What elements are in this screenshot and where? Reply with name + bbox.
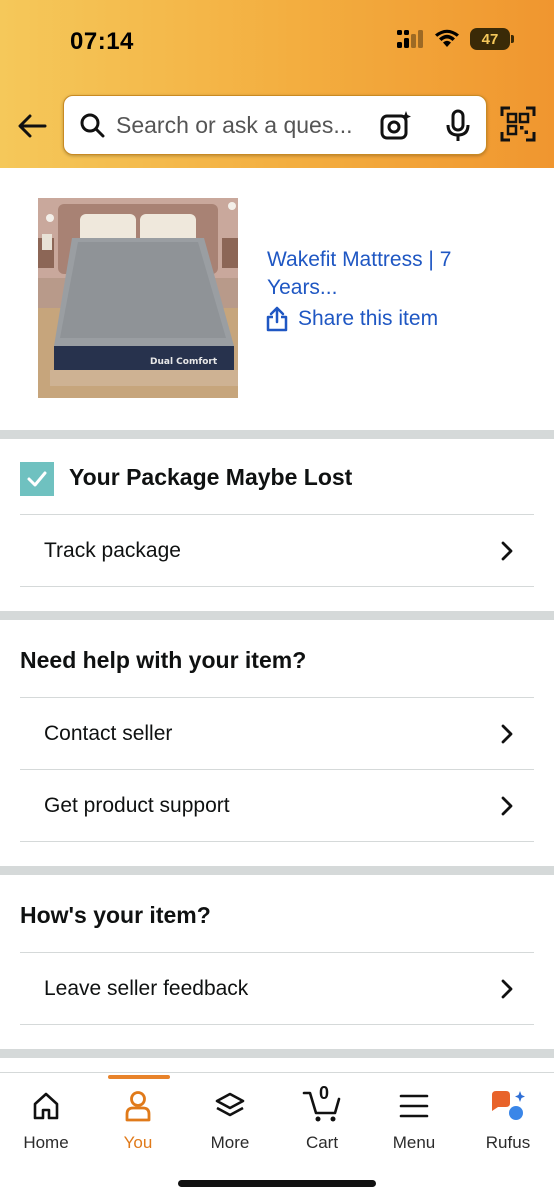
section-divider bbox=[0, 430, 554, 439]
product-summary: Dual Comfort Wakefit Mattress | 7 Years.… bbox=[0, 168, 554, 430]
search-bar[interactable]: Search or ask a ques... bbox=[63, 95, 487, 155]
item-review-title: How's your item? bbox=[20, 902, 211, 928]
app-header: 07:14 47 Search or ask a ques... bbox=[0, 0, 554, 168]
search-icon bbox=[78, 111, 106, 139]
track-package-row[interactable]: Track package bbox=[20, 514, 534, 586]
status-icons: 47 bbox=[396, 28, 514, 50]
track-package-label: Track package bbox=[44, 538, 181, 562]
cart-count: 0 bbox=[319, 1083, 330, 1103]
nav-cart[interactable]: 0 Cart bbox=[276, 1073, 368, 1163]
row-divider bbox=[20, 841, 534, 842]
signal-icon bbox=[397, 30, 423, 48]
nav-cart-label: Cart bbox=[305, 1133, 339, 1152]
nav-you[interactable]: You bbox=[92, 1073, 184, 1163]
nav-home[interactable]: Home bbox=[0, 1073, 92, 1163]
chevron-right-icon bbox=[496, 794, 518, 818]
section-divider bbox=[0, 1049, 554, 1058]
section-divider bbox=[0, 611, 554, 620]
product-support-row[interactable]: Get product support bbox=[20, 769, 534, 841]
product-image[interactable]: Dual Comfort bbox=[38, 198, 238, 398]
nav-you-label: You bbox=[123, 1133, 153, 1152]
row-divider bbox=[20, 1024, 534, 1025]
camera-search-icon[interactable] bbox=[378, 108, 414, 144]
share-item-button[interactable]: Share this item bbox=[266, 306, 438, 332]
back-button[interactable] bbox=[14, 108, 50, 144]
cart-icon: 0 bbox=[302, 1083, 342, 1123]
product-title-link[interactable]: Wakefit Mattress | 7 Years... bbox=[267, 246, 507, 302]
contact-seller-row[interactable]: Contact seller bbox=[20, 697, 534, 769]
nav-more[interactable]: More bbox=[184, 1073, 276, 1163]
nav-home-label: Home bbox=[23, 1133, 69, 1152]
package-status-title: Your Package Maybe Lost bbox=[69, 464, 353, 490]
nav-rufus-label: Rufus bbox=[485, 1133, 531, 1152]
nav-more-label: More bbox=[210, 1133, 250, 1152]
battery-indicator: 47 bbox=[470, 28, 514, 50]
chevron-right-icon bbox=[496, 977, 518, 1001]
section-divider bbox=[0, 866, 554, 875]
row-divider bbox=[20, 586, 534, 587]
product-support-label: Get product support bbox=[44, 793, 230, 817]
menu-icon bbox=[399, 1089, 429, 1123]
checkbox-checked-icon bbox=[20, 462, 54, 496]
search-placeholder[interactable]: Search or ask a ques... bbox=[116, 112, 364, 139]
seller-feedback-label: Leave seller feedback bbox=[44, 976, 249, 1000]
home-indicator bbox=[178, 1180, 376, 1187]
product-image-brand: Dual Comfort bbox=[150, 357, 218, 367]
layers-icon bbox=[214, 1089, 246, 1123]
person-icon bbox=[123, 1089, 153, 1123]
wifi-icon bbox=[435, 29, 459, 47]
nav-menu[interactable]: Menu bbox=[368, 1073, 460, 1163]
microphone-icon[interactable] bbox=[440, 108, 476, 144]
seller-feedback-row[interactable]: Leave seller feedback bbox=[20, 952, 534, 1024]
rufus-icon bbox=[488, 1089, 528, 1123]
home-icon bbox=[31, 1089, 61, 1123]
contact-seller-label: Contact seller bbox=[44, 721, 173, 745]
nav-menu-label: Menu bbox=[392, 1133, 436, 1152]
status-time: 07:14 bbox=[70, 28, 134, 55]
chevron-right-icon bbox=[496, 722, 518, 746]
share-label: Share this item bbox=[298, 307, 439, 330]
share-icon bbox=[266, 306, 288, 332]
status-bar: 07:14 47 bbox=[0, 0, 554, 84]
qr-scan-button[interactable] bbox=[498, 104, 538, 144]
help-section-title: Need help with your item? bbox=[20, 647, 307, 673]
back-arrow-icon bbox=[18, 114, 47, 138]
chevron-right-icon bbox=[496, 539, 518, 563]
qr-code-icon bbox=[500, 106, 536, 142]
nav-rufus[interactable]: Rufus bbox=[462, 1073, 554, 1163]
